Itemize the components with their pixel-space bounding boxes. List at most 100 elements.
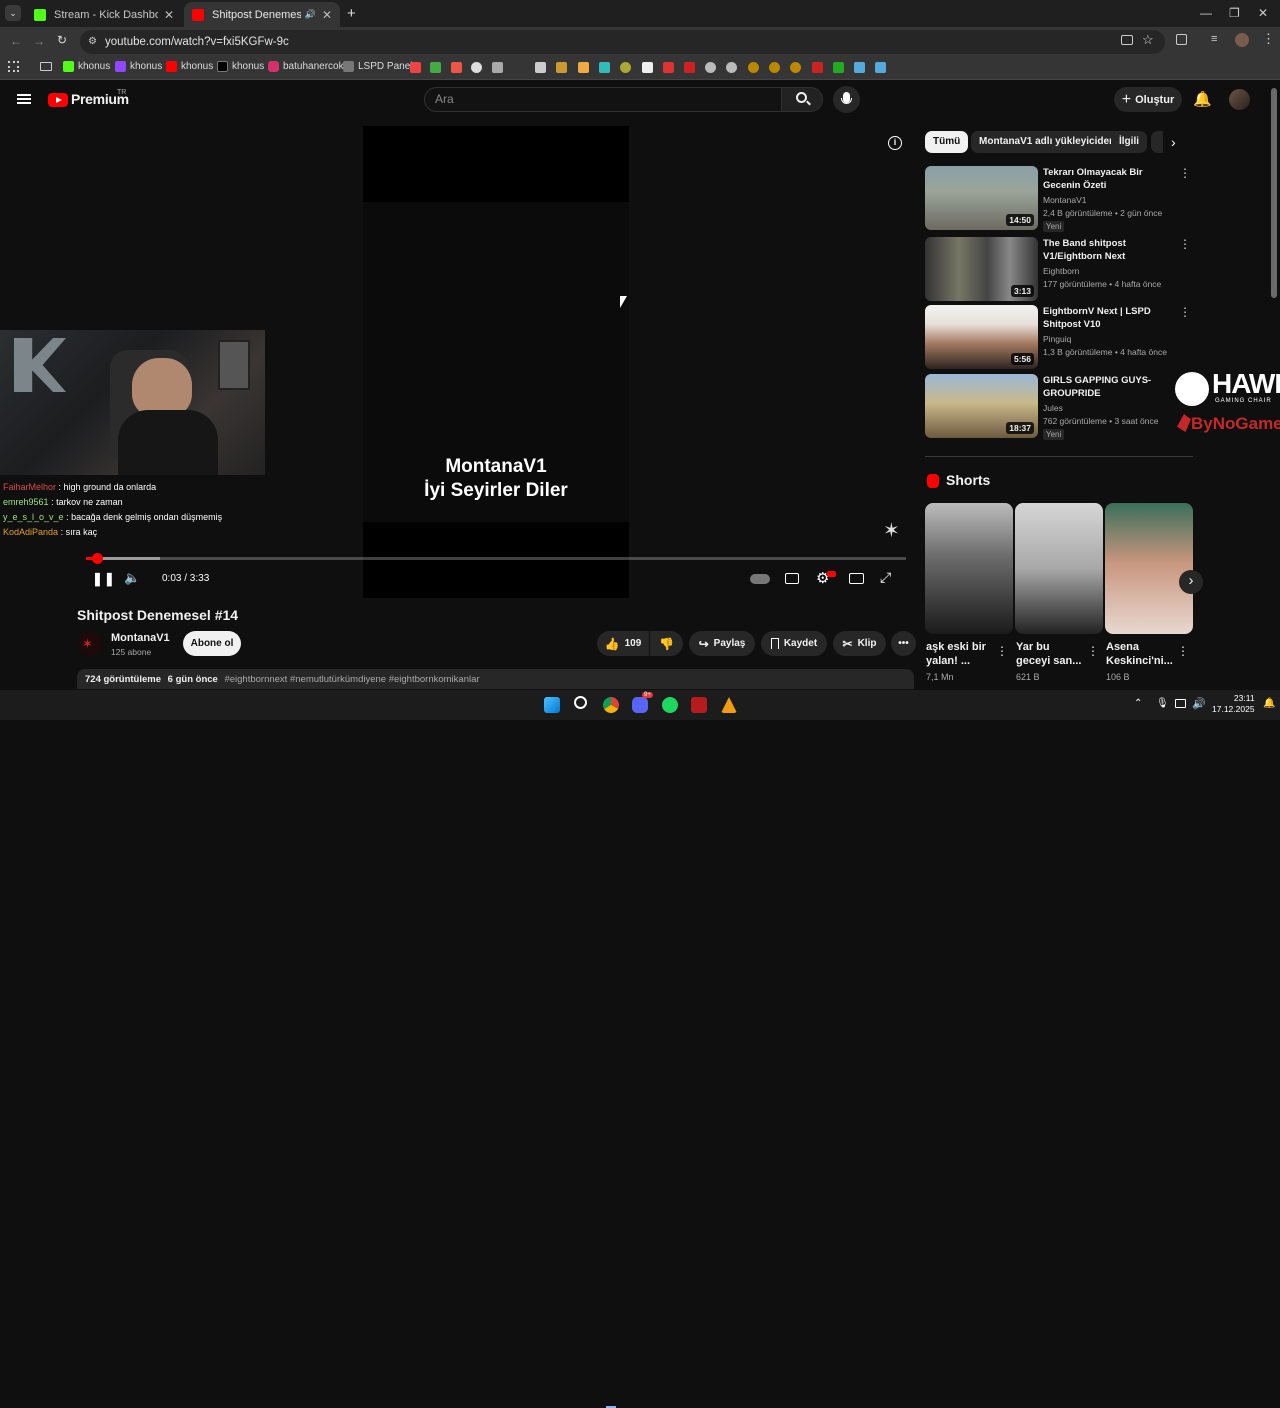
bookmark-icon[interactable] bbox=[790, 62, 801, 73]
more-options-icon[interactable]: ⋮ bbox=[1179, 305, 1191, 319]
tray-chevron-icon[interactable]: ⌃ bbox=[1134, 698, 1142, 709]
related-video[interactable]: 5:56 EightbornV Next | LSPD Shitpost V10… bbox=[925, 305, 1195, 371]
page-scrollbar[interactable] bbox=[1271, 88, 1277, 298]
close-tab-icon[interactable]: ✕ bbox=[164, 8, 174, 22]
youtube-logo-icon[interactable] bbox=[48, 93, 68, 107]
folder-icon[interactable] bbox=[40, 62, 52, 71]
bookmark-icon[interactable] bbox=[578, 62, 589, 73]
short-title[interactable]: Yar bu geceyi san... bbox=[1016, 640, 1086, 668]
bookmark-icon[interactable] bbox=[875, 62, 886, 73]
video-thumbnail[interactable]: 18:37 bbox=[925, 374, 1038, 438]
related-title[interactable]: GIRLS GAPPING GUYS-GROUPRIDE bbox=[1043, 374, 1175, 400]
bookmark-icon[interactable] bbox=[684, 62, 695, 73]
bookmark-khonus-youtube[interactable]: khonus bbox=[166, 61, 213, 72]
short-thumbnail[interactable] bbox=[925, 503, 1013, 634]
autoplay-toggle[interactable] bbox=[750, 574, 770, 584]
more-actions-button[interactable]: ••• bbox=[891, 631, 916, 656]
related-channel[interactable]: Pinguiq bbox=[1043, 334, 1071, 344]
close-window-icon[interactable]: ✕ bbox=[1258, 6, 1268, 20]
voice-search-button[interactable] bbox=[833, 86, 860, 113]
system-clock[interactable]: 23:11 17.12.2025 bbox=[1212, 693, 1255, 715]
info-icon[interactable]: i bbox=[888, 136, 902, 150]
bookmark-icon[interactable] bbox=[620, 62, 631, 73]
video-thumbnail[interactable]: 5:56 bbox=[925, 305, 1038, 369]
forward-icon[interactable]: → bbox=[33, 34, 45, 48]
pause-button[interactable]: ❚❚ bbox=[92, 571, 116, 587]
shorts-next-button[interactable]: › bbox=[1179, 570, 1203, 594]
maximize-icon[interactable]: ❐ bbox=[1229, 6, 1240, 20]
notification-center-icon[interactable]: 🔔 bbox=[1263, 698, 1275, 709]
reload-icon[interactable]: ↻ bbox=[57, 33, 67, 47]
chrome-icon[interactable] bbox=[603, 697, 619, 713]
network-icon[interactable] bbox=[1175, 699, 1186, 708]
tab-kick-dashboard[interactable]: Stream - Kick Dashboard ✕ bbox=[26, 2, 182, 27]
bookmark-icon[interactable] bbox=[642, 62, 653, 73]
search-input[interactable]: Ara bbox=[424, 87, 782, 112]
bookmark-icon[interactable] bbox=[535, 62, 546, 73]
tab-youtube-video[interactable]: Shitpost Denemesel #14 - Y 🔊 ✕ bbox=[184, 2, 340, 27]
bookmark-icon[interactable] bbox=[748, 62, 759, 73]
hashtags[interactable]: #eightbornnext #nemutlutürkümdiyene #eig… bbox=[224, 674, 479, 685]
bookmark-icon[interactable] bbox=[556, 62, 567, 73]
app-icon[interactable] bbox=[691, 697, 707, 713]
bookmark-icon[interactable] bbox=[812, 62, 823, 73]
video-thumbnail[interactable]: 14:50 bbox=[925, 166, 1038, 230]
bookmark-khonus-twitch[interactable]: khonus bbox=[115, 61, 162, 72]
account-avatar[interactable] bbox=[1229, 89, 1250, 110]
minimize-icon[interactable]: — bbox=[1200, 6, 1212, 20]
channel-avatar[interactable]: ✶ bbox=[78, 632, 102, 656]
bookmark-icon[interactable] bbox=[854, 62, 865, 73]
profile-avatar[interactable] bbox=[1235, 33, 1249, 47]
chip-related[interactable]: İlgili bbox=[1111, 131, 1147, 153]
fullscreen-icon[interactable]: ⤢ bbox=[880, 569, 891, 586]
bookmark-icon[interactable] bbox=[410, 62, 421, 73]
short-title[interactable]: aşk eski bir yalan! ... bbox=[926, 640, 996, 668]
channel-name[interactable]: MontanaV1 bbox=[111, 632, 170, 644]
related-channel[interactable]: Eightborn bbox=[1043, 266, 1079, 276]
description-box[interactable]: 724 görüntüleme 6 gün önce #eightbornnex… bbox=[77, 669, 914, 689]
related-video[interactable]: 18:37 GIRLS GAPPING GUYS-GROUPRIDE Jules… bbox=[925, 374, 1195, 440]
close-tab-icon[interactable]: ✕ bbox=[322, 8, 332, 22]
seek-bar[interactable] bbox=[86, 553, 906, 564]
apps-grid-icon[interactable] bbox=[8, 61, 19, 72]
subscribe-button[interactable]: Abone ol bbox=[183, 631, 241, 656]
bookmark-icon[interactable] bbox=[599, 62, 610, 73]
video-frame[interactable]: MontanaV1 İyi Seyirler Diler bbox=[363, 126, 629, 598]
spotify-icon[interactable] bbox=[662, 697, 678, 713]
short-thumbnail[interactable] bbox=[1105, 503, 1193, 634]
related-video[interactable]: 14:50 Tekrarı Olmayacak Bir Gecenin Özet… bbox=[925, 166, 1195, 232]
save-button[interactable]: Kaydet bbox=[761, 631, 827, 656]
more-options-icon[interactable]: ⋮ bbox=[1177, 644, 1189, 658]
install-app-icon[interactable] bbox=[1121, 35, 1133, 45]
related-channel[interactable]: Jules bbox=[1043, 403, 1063, 413]
mic-tray-icon[interactable]: 🎙 bbox=[1156, 698, 1169, 709]
tab-search-icon[interactable]: ⌄ bbox=[5, 5, 21, 21]
search-button[interactable] bbox=[781, 87, 823, 112]
related-channel[interactable]: MontanaV1 bbox=[1043, 195, 1086, 205]
discord-icon[interactable] bbox=[632, 697, 648, 713]
dislike-button[interactable]: 👎 bbox=[650, 631, 683, 656]
bookmark-icon[interactable] bbox=[705, 62, 716, 73]
more-options-icon[interactable]: ⋮ bbox=[1179, 237, 1191, 251]
volume-icon[interactable]: 🔈 bbox=[124, 570, 140, 586]
chip-from-uploader[interactable]: MontanaV1 adlı yükleyiciden bbox=[971, 131, 1124, 153]
bookmark-icon[interactable] bbox=[769, 62, 780, 73]
extensions-icon[interactable] bbox=[1176, 34, 1187, 45]
bookmark-icon[interactable] bbox=[833, 62, 844, 73]
menu-icon[interactable] bbox=[17, 94, 31, 104]
bookmark-icon[interactable] bbox=[471, 62, 482, 73]
new-tab-button[interactable]: + bbox=[347, 5, 356, 22]
subtitles-icon[interactable] bbox=[785, 573, 799, 584]
volume-tray-icon[interactable]: 🔊 bbox=[1192, 697, 1206, 710]
chips-next-icon[interactable]: › bbox=[1171, 134, 1176, 150]
theater-mode-icon[interactable] bbox=[849, 573, 864, 584]
short-thumbnail[interactable] bbox=[1015, 503, 1103, 634]
back-icon[interactable]: ← bbox=[10, 34, 22, 48]
bookmark-batuhanercok[interactable]: batuhanercok bbox=[268, 61, 344, 72]
bookmark-star-icon[interactable]: ☆ bbox=[1142, 32, 1154, 48]
more-options-icon[interactable]: ⋮ bbox=[1087, 644, 1099, 658]
taskbar-search-icon[interactable] bbox=[574, 696, 587, 709]
site-info-icon[interactable]: ⚙ bbox=[88, 30, 97, 54]
bookmark-icon[interactable] bbox=[726, 62, 737, 73]
related-title[interactable]: The Band shitpost V1/Eightborn Next bbox=[1043, 237, 1175, 263]
